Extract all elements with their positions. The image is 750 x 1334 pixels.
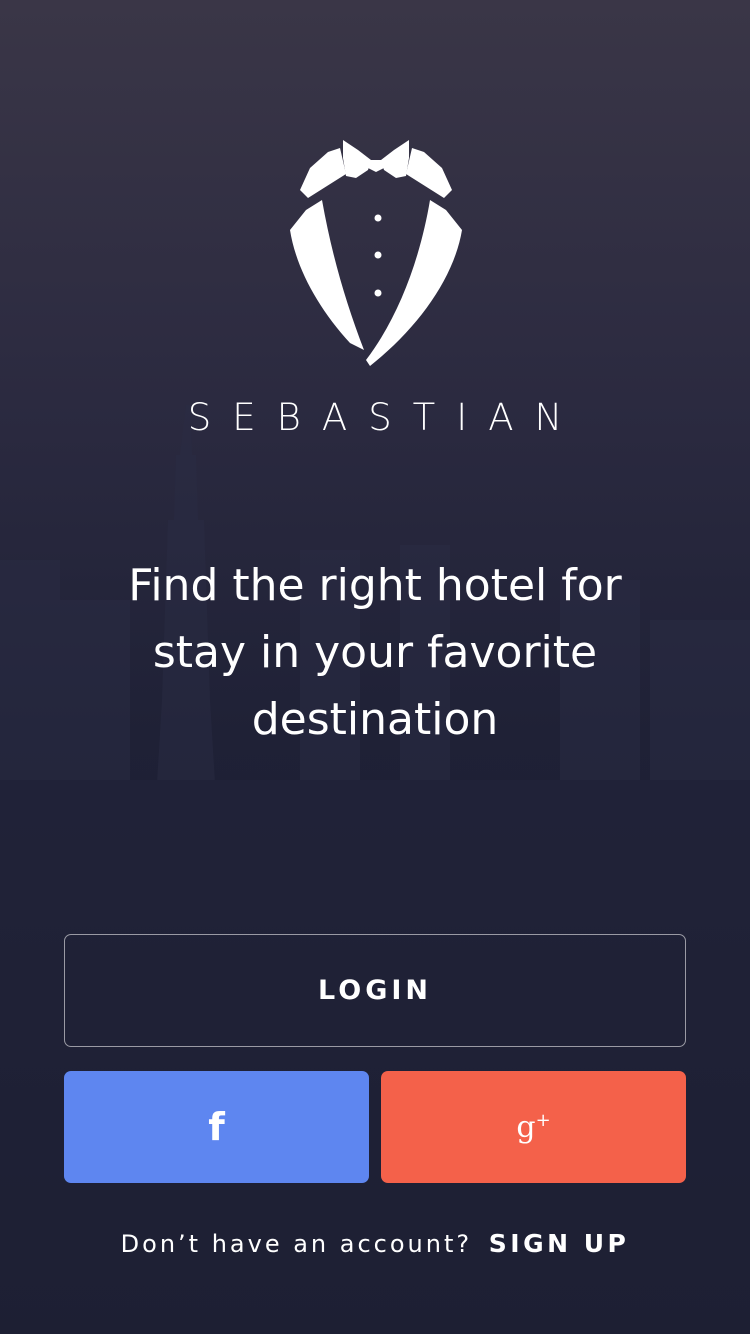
signup-prompt: Don’t have an account? xyxy=(120,1230,473,1258)
google-plus-icon: g+ xyxy=(516,1109,551,1145)
brand-name: SEBASTIAN xyxy=(187,396,584,439)
google-plus-icon-plus: + xyxy=(535,1109,551,1131)
tuxedo-logo-icon xyxy=(290,140,462,366)
facebook-login-button[interactable]: f xyxy=(64,1071,369,1183)
tagline: Find the right hotel for stay in your fa… xyxy=(128,560,622,745)
signup-link[interactable]: SIGN UP xyxy=(489,1229,630,1258)
google-plus-icon-letter: g xyxy=(516,1109,536,1145)
facebook-icon: f xyxy=(208,1105,225,1149)
signup-row: Don’t have an account? SIGN UP xyxy=(0,1226,750,1262)
login-button[interactable]: LOGIN xyxy=(64,934,686,1047)
welcome-screen: SEBASTIAN Find the right hotel for stay … xyxy=(0,0,750,1334)
google-plus-login-button[interactable]: g+ xyxy=(381,1071,686,1183)
login-button-label: LOGIN xyxy=(318,975,432,1006)
